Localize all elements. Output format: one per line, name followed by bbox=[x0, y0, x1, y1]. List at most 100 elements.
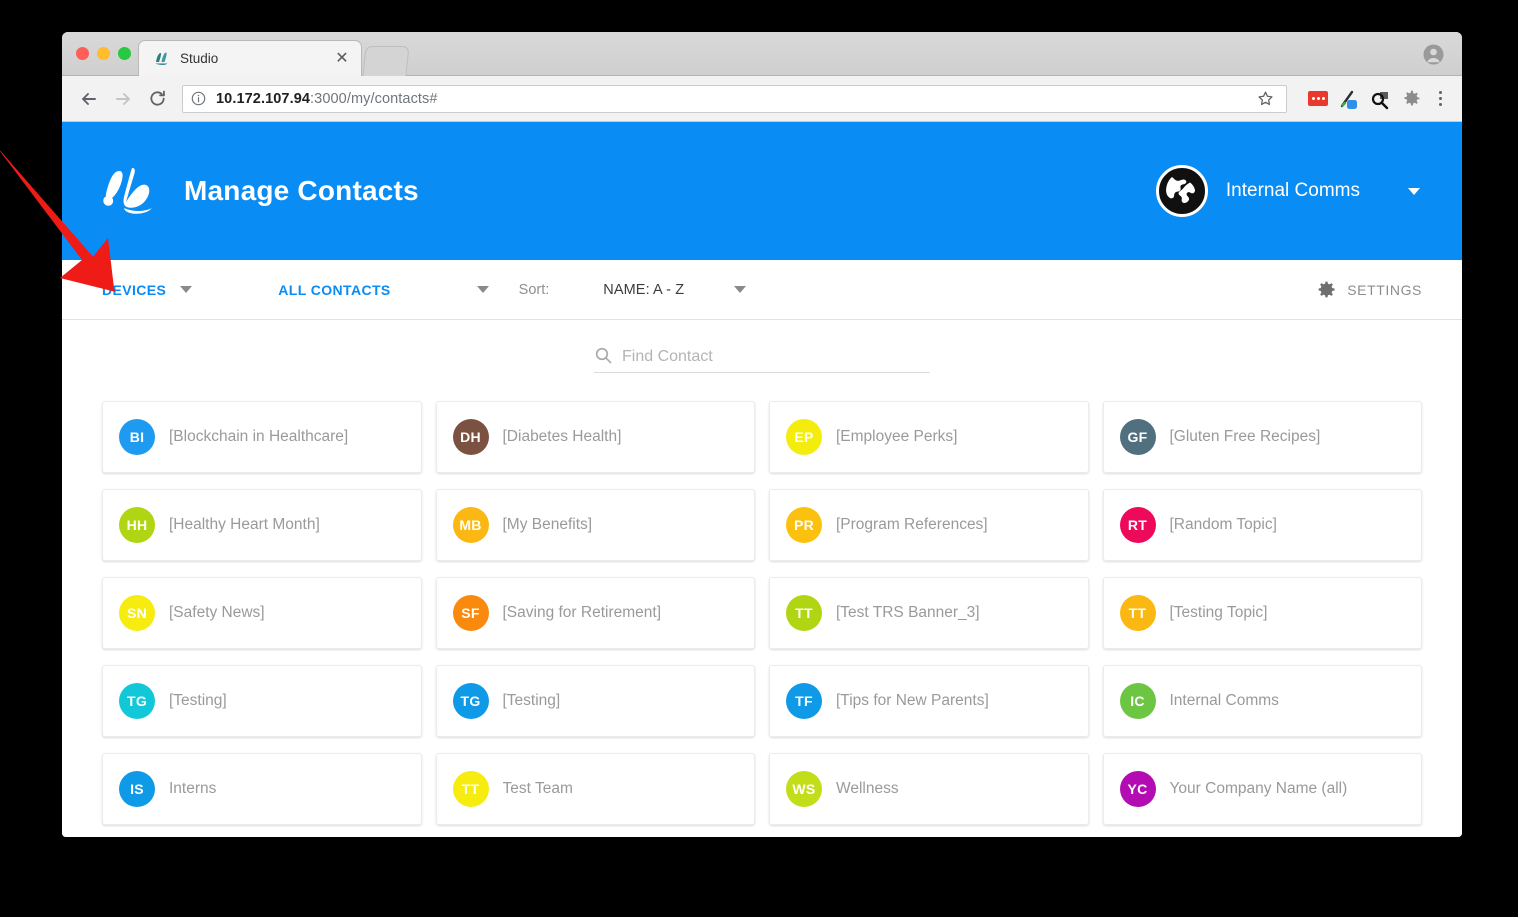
filter-bar: DEVICES ALL CONTACTS Sort: NAME: A - Z S… bbox=[62, 260, 1462, 320]
browser-menu-icon[interactable] bbox=[1430, 91, 1450, 106]
contact-avatar: TG bbox=[452, 683, 489, 719]
contact-avatar: HH bbox=[119, 507, 155, 543]
contact-avatar: EP bbox=[786, 419, 822, 455]
chevron-down-icon[interactable] bbox=[180, 286, 193, 293]
contact-name: [Program References] bbox=[836, 516, 988, 533]
contact-name: [Random Topic] bbox=[1169, 516, 1277, 533]
contact-card[interactable]: TF [Tips for New Parents] bbox=[769, 665, 1089, 737]
minimize-window-button[interactable] bbox=[97, 47, 110, 60]
contact-name: [Blockchain in Healthcare] bbox=[169, 428, 349, 445]
contact-avatar: RT bbox=[1119, 507, 1156, 543]
contact-avatar: SF bbox=[452, 595, 489, 631]
contact-name: [Testing] bbox=[502, 692, 561, 709]
contact-card[interactable]: TG [Testing] bbox=[435, 665, 755, 737]
app-header: Manage Contacts Internal Comms bbox=[62, 122, 1462, 260]
devices-label: DEVICES bbox=[102, 281, 167, 298]
browser-toolbar: 10.172.107.94:3000/my/contacts# bbox=[62, 76, 1462, 122]
contact-card[interactable]: RT [Random Topic] bbox=[1102, 489, 1422, 561]
new-tab-button[interactable] bbox=[362, 46, 410, 76]
all-contacts-dropdown[interactable]: ALL CONTACTS bbox=[278, 281, 489, 298]
adblock-extension-icon[interactable] bbox=[1307, 88, 1329, 110]
chevron-down-icon[interactable] bbox=[476, 286, 489, 293]
sort-value: NAME: A - Z bbox=[603, 281, 685, 298]
contact-name: [Test TRS Banner_3] bbox=[836, 604, 980, 621]
org-selector[interactable]: Internal Comms bbox=[1155, 165, 1420, 217]
app-body: Manage Contacts Internal Comms DEVICES A… bbox=[62, 122, 1462, 837]
contact-name: Your Company Name (all) bbox=[1169, 780, 1348, 797]
contact-card[interactable]: EP [Employee Perks] bbox=[769, 401, 1089, 473]
contact-card[interactable]: SN [Safety News] bbox=[102, 577, 422, 649]
address-bar-url: 10.172.107.94:3000/my/contacts# bbox=[216, 91, 438, 107]
contact-name: Internal Comms bbox=[1169, 692, 1279, 709]
contact-card[interactable]: DH [Diabetes Health] bbox=[435, 401, 755, 473]
contact-card[interactable]: HH [Healthy Heart Month] bbox=[102, 489, 422, 561]
contact-card[interactable]: MB [My Benefits] bbox=[435, 489, 755, 561]
contact-name: Interns bbox=[169, 780, 217, 797]
contact-name: [Testing] bbox=[169, 692, 227, 709]
contact-card[interactable]: YC Your Company Name (all) bbox=[1102, 753, 1422, 825]
sort-label: Sort: bbox=[518, 281, 550, 298]
contact-avatar: TF bbox=[786, 683, 822, 719]
contact-card[interactable]: TT [Test TRS Banner_3] bbox=[769, 577, 1089, 649]
contact-card[interactable]: PR [Program References] bbox=[769, 489, 1089, 561]
contact-card[interactable]: IS Interns bbox=[102, 753, 422, 825]
contact-name: [Tips for New Parents] bbox=[836, 692, 989, 709]
page-info-icon[interactable] bbox=[191, 91, 207, 107]
all-contacts-label: ALL CONTACTS bbox=[278, 281, 391, 298]
maximize-window-button[interactable] bbox=[118, 47, 131, 60]
bookmark-star-icon[interactable] bbox=[1252, 86, 1278, 112]
contact-avatar: TG bbox=[119, 683, 155, 719]
contact-card[interactable]: GF [Gluten Free Recipes] bbox=[1102, 401, 1422, 473]
contact-card[interactable]: SF [Saving for Retirement] bbox=[435, 577, 755, 649]
contact-name: [Employee Perks] bbox=[836, 428, 958, 445]
back-arrow-icon[interactable] bbox=[74, 84, 104, 114]
browser-window: Studio ✕ 10.172.107.94:3000/my/contacts#… bbox=[62, 32, 1462, 837]
contact-avatar: DH bbox=[452, 419, 489, 455]
contact-card[interactable]: BI [Blockchain in Healthcare] bbox=[102, 401, 422, 473]
sort-dropdown[interactable]: Sort: NAME: A - Z bbox=[519, 282, 747, 298]
forward-arrow-icon bbox=[108, 84, 138, 114]
contact-avatar: IS bbox=[119, 771, 155, 807]
page-title: Manage Contacts bbox=[184, 175, 419, 206]
contact-name: Test Team bbox=[502, 780, 573, 797]
address-bar[interactable]: 10.172.107.94:3000/my/contacts# bbox=[182, 84, 1287, 113]
screenshot-root: Studio ✕ 10.172.107.94:3000/my/contacts#… bbox=[0, 0, 1518, 917]
profile-avatar-icon[interactable] bbox=[1423, 44, 1444, 65]
globe-avatar-icon bbox=[1155, 165, 1208, 217]
contact-avatar: YC bbox=[1119, 771, 1156, 807]
close-window-button[interactable] bbox=[76, 47, 89, 60]
contact-avatar: TT bbox=[1119, 595, 1156, 631]
settings-button[interactable]: SETTINGS bbox=[1316, 279, 1422, 300]
contact-name: [Gluten Free Recipes] bbox=[1169, 428, 1321, 445]
brand: Manage Contacts bbox=[102, 166, 419, 216]
contact-avatar: TT bbox=[452, 771, 489, 807]
contact-card[interactable]: TG [Testing] bbox=[102, 665, 422, 737]
contact-name: [My Benefits] bbox=[502, 516, 593, 533]
contact-card[interactable]: TT Test Team bbox=[435, 753, 755, 825]
contact-name: [Diabetes Health] bbox=[502, 428, 622, 445]
search-box[interactable] bbox=[594, 346, 930, 373]
contact-card[interactable]: WS Wellness bbox=[769, 753, 1089, 825]
settings-label: SETTINGS bbox=[1347, 281, 1422, 298]
url-path: :3000/my/contacts# bbox=[310, 90, 438, 107]
contact-avatar: TT bbox=[786, 595, 822, 631]
chevron-down-icon[interactable] bbox=[1408, 187, 1420, 195]
contact-card[interactable]: TT [Testing Topic] bbox=[1102, 577, 1422, 649]
reload-icon[interactable] bbox=[142, 84, 172, 114]
contact-card[interactable]: IC Internal Comms bbox=[1102, 665, 1422, 737]
chevron-down-icon[interactable] bbox=[734, 286, 747, 293]
search-area bbox=[62, 320, 1462, 373]
contacts-grid: BI [Blockchain in Healthcare] DH [Diabetes … bbox=[62, 373, 1462, 825]
gear-extension-icon[interactable] bbox=[1400, 88, 1422, 110]
contact-avatar: IC bbox=[1119, 683, 1156, 719]
inspect-extension-icon[interactable] bbox=[1369, 88, 1391, 110]
search-input[interactable] bbox=[622, 348, 930, 366]
contact-name: [Testing Topic] bbox=[1169, 604, 1268, 621]
browser-tab[interactable]: Studio ✕ bbox=[138, 40, 362, 76]
search-icon bbox=[594, 346, 613, 365]
devices-dropdown[interactable]: DEVICES bbox=[102, 281, 193, 298]
brush-b-logo bbox=[102, 166, 164, 216]
contact-avatar: GF bbox=[1119, 419, 1156, 455]
eyedropper-extension-icon[interactable] bbox=[1338, 88, 1360, 110]
close-icon[interactable]: ✕ bbox=[333, 49, 351, 68]
